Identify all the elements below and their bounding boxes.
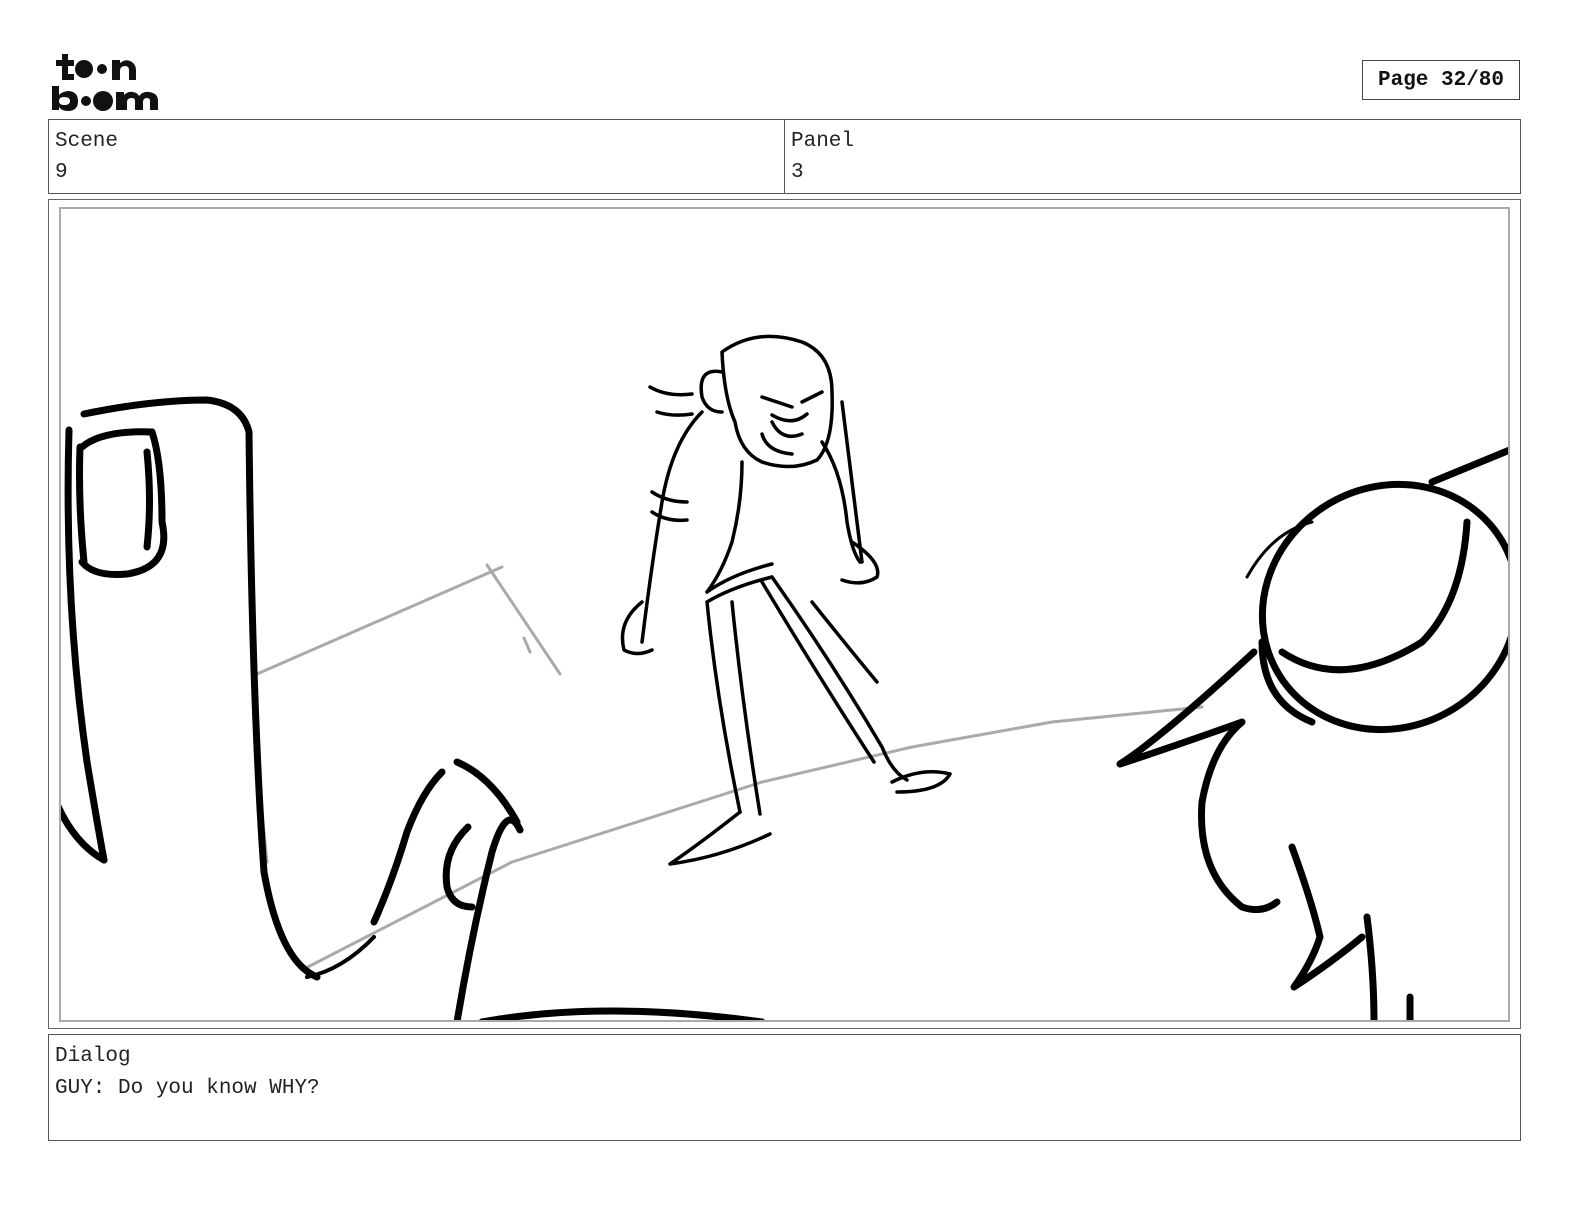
dialog-box: Dialog GUY: Do you know WHY? [48,1034,1521,1141]
dialog-label: Dialog [55,1045,131,1068]
scene-label: Scene [55,130,119,153]
panel-value: 3 [791,161,804,184]
storyboard-panel-image [59,207,1510,1022]
scene-cell: Scene 9 [49,120,784,193]
scene-panel-row: Scene 9 Panel 3 [48,119,1521,194]
panel-label: Panel [791,130,855,153]
panel-cell: Panel 3 [784,120,1520,193]
scene-value: 9 [55,161,68,184]
page-number: Page 32/80 [1362,60,1520,100]
toonboom-logo [50,50,170,114]
dialog-text: GUY: Do you know WHY? [55,1077,320,1100]
storyboard-sketch [61,334,1508,1020]
